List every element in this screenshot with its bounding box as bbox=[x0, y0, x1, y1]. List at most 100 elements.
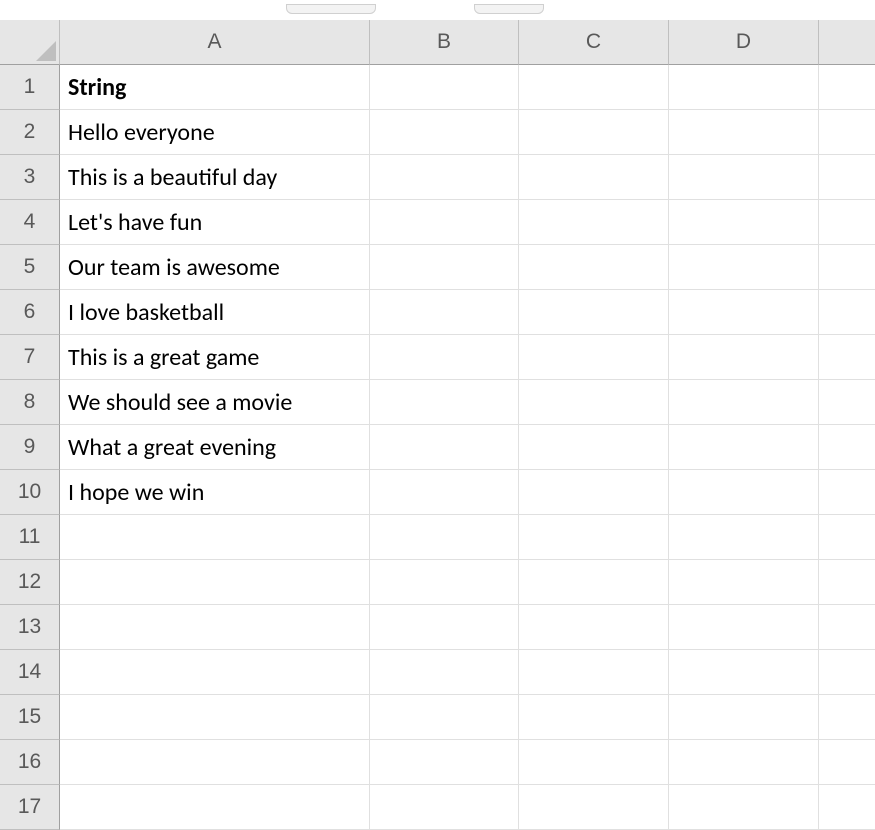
cell-E14[interactable] bbox=[819, 650, 875, 695]
cell-E15[interactable] bbox=[819, 695, 875, 740]
cell-D15[interactable] bbox=[669, 695, 819, 740]
cell-C14[interactable] bbox=[519, 650, 669, 695]
cell-B16[interactable] bbox=[370, 740, 519, 785]
cell-C11[interactable] bbox=[519, 515, 669, 560]
cell-C4[interactable] bbox=[519, 200, 669, 245]
cell-E9[interactable] bbox=[819, 425, 875, 470]
row-header-13[interactable]: 13 bbox=[0, 605, 60, 650]
cell-A10[interactable]: I hope we win bbox=[60, 470, 370, 515]
cell-E8[interactable] bbox=[819, 380, 875, 425]
cell-D7[interactable] bbox=[669, 335, 819, 380]
cell-B7[interactable] bbox=[370, 335, 519, 380]
row-header-8[interactable]: 8 bbox=[0, 380, 60, 425]
select-all-corner[interactable] bbox=[0, 20, 60, 65]
row-header-16[interactable]: 16 bbox=[0, 740, 60, 785]
cell-C13[interactable] bbox=[519, 605, 669, 650]
cell-D10[interactable] bbox=[669, 470, 819, 515]
cell-B14[interactable] bbox=[370, 650, 519, 695]
cell-C16[interactable] bbox=[519, 740, 669, 785]
cell-D12[interactable] bbox=[669, 560, 819, 605]
cell-B9[interactable] bbox=[370, 425, 519, 470]
cell-E1[interactable] bbox=[819, 65, 875, 110]
cell-D2[interactable] bbox=[669, 110, 819, 155]
column-header-A[interactable]: A bbox=[60, 20, 370, 65]
row-header-12[interactable]: 12 bbox=[0, 560, 60, 605]
row-header-2[interactable]: 2 bbox=[0, 110, 60, 155]
cell-A13[interactable] bbox=[60, 605, 370, 650]
row-header-15[interactable]: 15 bbox=[0, 695, 60, 740]
row-header-10[interactable]: 10 bbox=[0, 470, 60, 515]
cell-D3[interactable] bbox=[669, 155, 819, 200]
cell-B12[interactable] bbox=[370, 560, 519, 605]
cell-E16[interactable] bbox=[819, 740, 875, 785]
cell-A14[interactable] bbox=[60, 650, 370, 695]
cell-E2[interactable] bbox=[819, 110, 875, 155]
cell-E4[interactable] bbox=[819, 200, 875, 245]
cell-A15[interactable] bbox=[60, 695, 370, 740]
row-header-4[interactable]: 4 bbox=[0, 200, 60, 245]
cell-B17[interactable] bbox=[370, 785, 519, 830]
cell-B5[interactable] bbox=[370, 245, 519, 290]
cell-D8[interactable] bbox=[669, 380, 819, 425]
cell-A7[interactable]: This is a great game bbox=[60, 335, 370, 380]
cell-D5[interactable] bbox=[669, 245, 819, 290]
cell-C3[interactable] bbox=[519, 155, 669, 200]
cell-A17[interactable] bbox=[60, 785, 370, 830]
cell-C12[interactable] bbox=[519, 560, 669, 605]
cell-D14[interactable] bbox=[669, 650, 819, 695]
cell-C10[interactable] bbox=[519, 470, 669, 515]
cell-B4[interactable] bbox=[370, 200, 519, 245]
cell-A16[interactable] bbox=[60, 740, 370, 785]
cell-E6[interactable] bbox=[819, 290, 875, 335]
cell-B15[interactable] bbox=[370, 695, 519, 740]
cell-A11[interactable] bbox=[60, 515, 370, 560]
cell-E5[interactable] bbox=[819, 245, 875, 290]
cell-D6[interactable] bbox=[669, 290, 819, 335]
cell-E11[interactable] bbox=[819, 515, 875, 560]
cell-A3[interactable]: This is a beautiful day bbox=[60, 155, 370, 200]
row-header-11[interactable]: 11 bbox=[0, 515, 60, 560]
row-header-7[interactable]: 7 bbox=[0, 335, 60, 380]
cell-D9[interactable] bbox=[669, 425, 819, 470]
cell-E3[interactable] bbox=[819, 155, 875, 200]
row-header-6[interactable]: 6 bbox=[0, 290, 60, 335]
cell-E13[interactable] bbox=[819, 605, 875, 650]
cell-C8[interactable] bbox=[519, 380, 669, 425]
cell-C2[interactable] bbox=[519, 110, 669, 155]
column-header-D[interactable]: D bbox=[669, 20, 819, 65]
cell-A9[interactable]: What a great evening bbox=[60, 425, 370, 470]
cell-B13[interactable] bbox=[370, 605, 519, 650]
cell-A2[interactable]: Hello everyone bbox=[60, 110, 370, 155]
cell-B2[interactable] bbox=[370, 110, 519, 155]
row-header-3[interactable]: 3 bbox=[0, 155, 60, 200]
row-header-9[interactable]: 9 bbox=[0, 425, 60, 470]
column-header-partial[interactable] bbox=[819, 20, 875, 65]
cell-A5[interactable]: Our team is awesome bbox=[60, 245, 370, 290]
row-header-17[interactable]: 17 bbox=[0, 785, 60, 830]
cell-B6[interactable] bbox=[370, 290, 519, 335]
cell-C15[interactable] bbox=[519, 695, 669, 740]
cell-E7[interactable] bbox=[819, 335, 875, 380]
cell-A4[interactable]: Let's have fun bbox=[60, 200, 370, 245]
cell-E12[interactable] bbox=[819, 560, 875, 605]
cell-A1[interactable]: String bbox=[60, 65, 370, 110]
column-header-C[interactable]: C bbox=[519, 20, 669, 65]
cell-D17[interactable] bbox=[669, 785, 819, 830]
cell-D4[interactable] bbox=[669, 200, 819, 245]
cell-C17[interactable] bbox=[519, 785, 669, 830]
cell-D16[interactable] bbox=[669, 740, 819, 785]
row-header-1[interactable]: 1 bbox=[0, 65, 60, 110]
cell-B3[interactable] bbox=[370, 155, 519, 200]
cell-E17[interactable] bbox=[819, 785, 875, 830]
cell-C5[interactable] bbox=[519, 245, 669, 290]
cell-B11[interactable] bbox=[370, 515, 519, 560]
cell-B1[interactable] bbox=[370, 65, 519, 110]
cell-C6[interactable] bbox=[519, 290, 669, 335]
column-header-B[interactable]: B bbox=[370, 20, 519, 65]
cell-E10[interactable] bbox=[819, 470, 875, 515]
cell-D1[interactable] bbox=[669, 65, 819, 110]
cell-A8[interactable]: We should see a movie bbox=[60, 380, 370, 425]
cell-B10[interactable] bbox=[370, 470, 519, 515]
cell-A6[interactable]: I love basketball bbox=[60, 290, 370, 335]
spreadsheet-grid[interactable]: A B C D 1 String 2 Hello everyone 3 This… bbox=[0, 20, 875, 830]
